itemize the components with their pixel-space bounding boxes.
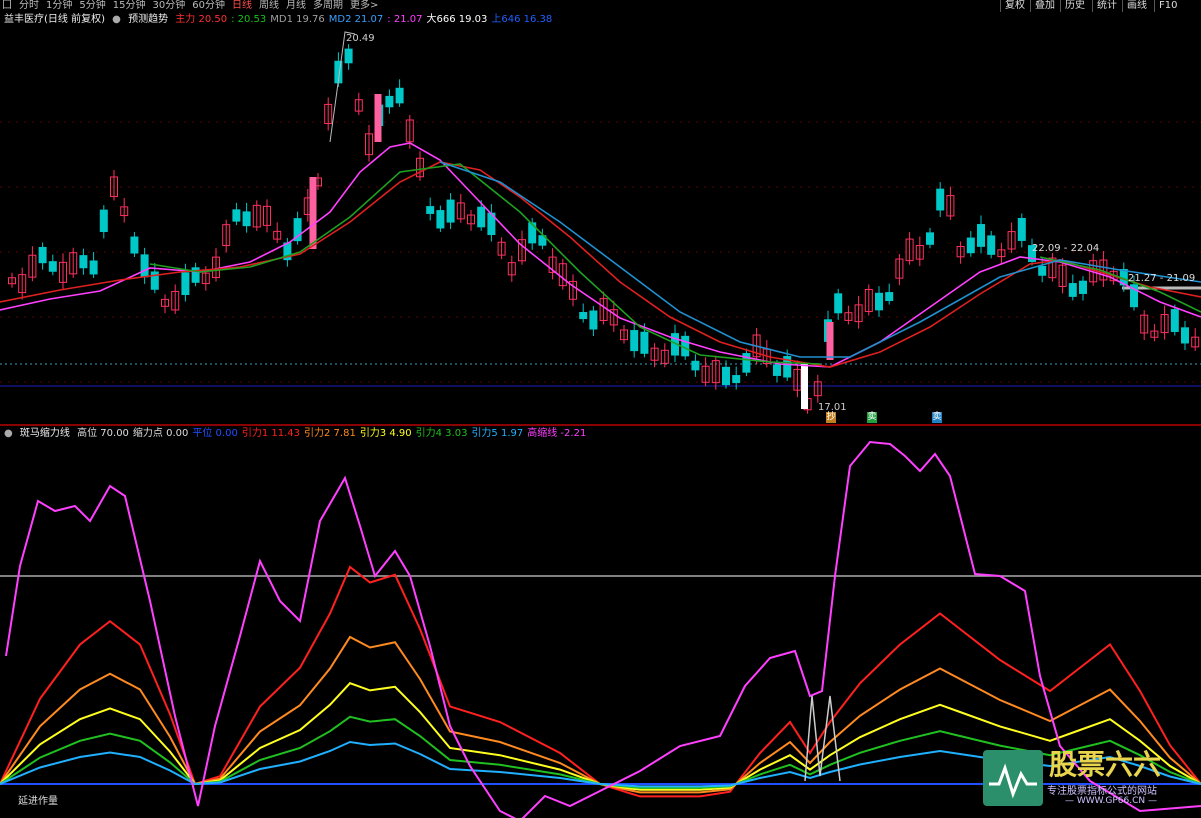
candle-body [1038,265,1047,276]
period-tab-5[interactable]: 30分钟 [152,0,185,11]
candle-body [875,292,883,311]
candle-body [79,255,88,269]
candle-body [977,224,985,247]
candlestick-chart[interactable] [0,12,1201,424]
period-tab-4[interactable]: 15分钟 [113,0,146,11]
candle-body [732,375,741,384]
period-tab-3[interactable]: 5分钟 [79,0,105,11]
candle-body [926,232,934,245]
high-price-label: 20.49 [346,33,375,44]
period-tabs: 囗分时 1分钟 5分钟 15分钟 30分钟 60分钟 日线 周线 月线 多周期 更多> [2,0,385,12]
watermark-slogan: 专注股票指标公式的网站 [1047,786,1157,797]
ma-short-line [0,142,1201,368]
candle-body [181,272,190,296]
candle-body [691,360,700,371]
footer-label: 延进作量 [18,796,58,807]
period-tab-7[interactable]: 日线 [232,0,252,11]
period-tab-11[interactable]: 更多> [350,0,378,11]
candle-body [579,311,588,320]
candle-body [477,206,486,228]
candle-body [936,188,945,211]
candle-body [446,199,455,223]
candle-body [1017,217,1026,241]
candle-body [885,292,894,302]
candle-body [966,237,975,254]
sell-marker-1: 卖 [867,412,877,423]
history-button[interactable]: 历史 [1060,0,1089,12]
f10-button[interactable]: F10 [1154,0,1181,12]
buy-marker: 抄 [826,412,836,423]
candle-body [987,235,996,255]
highlight-candle [826,322,834,360]
candle-body [89,260,98,275]
overlay-button[interactable]: 叠加 [1030,0,1059,12]
ma-mid-line [0,161,1201,368]
candle-body [232,209,241,222]
candle-body [48,261,57,272]
candle-body [436,210,445,229]
watermark-logo-icon [983,750,1043,806]
period-tab-10[interactable]: 多周期 [313,0,343,11]
candle-body [140,254,149,278]
resistance-label-2: 21.27 - 21.09 [1128,273,1196,284]
candle-body [426,206,435,214]
highlight-candle [801,364,808,409]
candle-body [1170,309,1179,332]
stats-button[interactable]: 统计 [1092,0,1121,12]
candle-body [385,95,394,108]
candle-body [1181,327,1189,344]
draw-line-button[interactable]: 画线 [1122,0,1151,12]
candle-body [1079,280,1087,294]
candle-body [130,236,139,254]
candle-body [242,211,251,227]
candle-body [99,209,108,233]
candle-body [640,331,649,354]
period-tab-0[interactable]: 囗 [2,0,12,11]
ma-longer-line [439,161,1201,358]
highlight-candle [374,94,382,142]
watermark: 股票六六 专注股票指标公式的网站 — WWW.GP66.CN — [983,748,1193,808]
candle-body [834,293,843,314]
resistance-label-1: 22.09 - 22.04 [1032,243,1100,254]
high-price-pointer [329,31,356,143]
watermark-brand: 股票六六 [1049,748,1162,781]
candle-body [395,87,404,104]
restore-right-button[interactable]: 复权 [1000,0,1029,12]
period-tab-1[interactable]: 分时 [19,0,39,11]
candle-body [722,366,730,386]
highlight-candle [309,177,317,249]
period-tab-9[interactable]: 月线 [286,0,306,11]
candle-body [773,364,781,376]
candle-body [589,310,598,330]
period-tab-8[interactable]: 周线 [259,0,279,11]
period-toolbar: 囗分时 1分钟 5分钟 15分钟 30分钟 60分钟 日线 周线 月线 多周期 更多> 复权 叠加 … [0,0,1201,12]
period-tab-6[interactable]: 60分钟 [192,0,225,11]
candle-body [630,330,639,352]
watermark-url: — WWW.GP66.CN — [1065,796,1157,806]
candle-body [1068,283,1077,297]
sell-marker-2: 卖 [932,412,942,423]
period-tab-2[interactable]: 1分钟 [46,0,72,11]
candle-body [38,246,47,264]
candle-body [344,48,353,64]
